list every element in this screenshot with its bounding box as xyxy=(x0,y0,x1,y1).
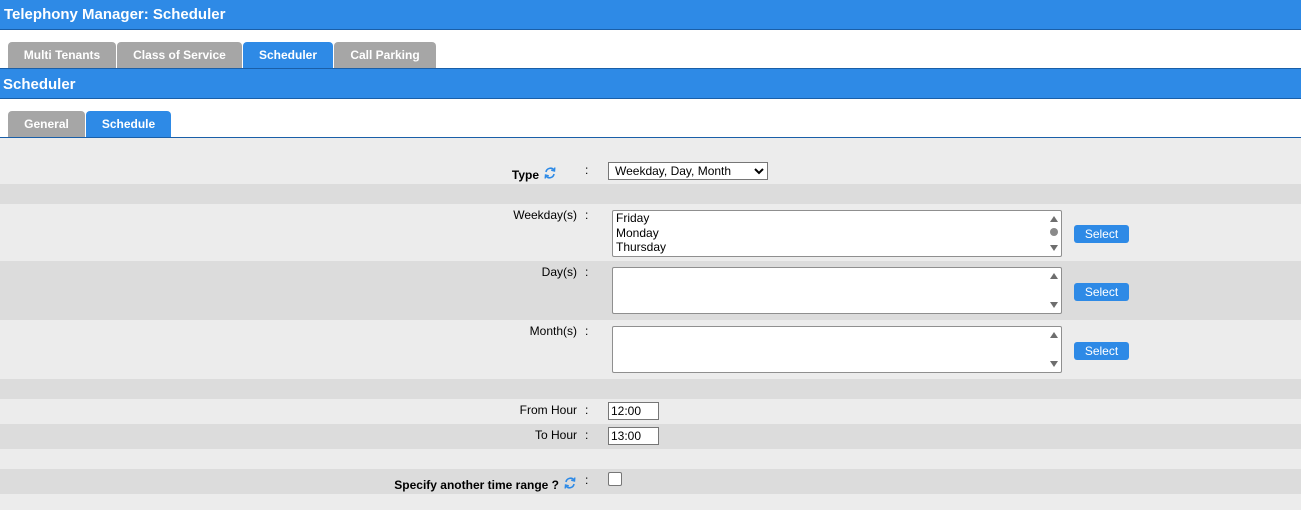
scroll-up-icon[interactable] xyxy=(1050,216,1058,222)
tab-schedule[interactable]: Schedule xyxy=(86,111,171,137)
tab-general[interactable]: General xyxy=(8,111,85,137)
colon: : xyxy=(585,428,589,442)
scrollbar[interactable] xyxy=(1047,327,1061,372)
scroll-down-icon[interactable] xyxy=(1050,302,1058,308)
section-title: Scheduler xyxy=(3,76,76,93)
tab-call-parking[interactable]: Call Parking xyxy=(334,42,436,68)
app-title: Telephony Manager: Scheduler xyxy=(4,6,226,23)
list-item[interactable]: Monday xyxy=(613,226,1061,241)
months-listbox[interactable] xyxy=(612,326,1062,373)
scroll-up-icon[interactable] xyxy=(1050,273,1058,279)
colon: : xyxy=(585,163,589,177)
spacer-row xyxy=(0,379,1301,399)
type-label: Type xyxy=(511,168,539,182)
type-label-wrap: Type xyxy=(512,166,557,182)
refresh-icon[interactable] xyxy=(563,476,577,490)
tab-class-of-service[interactable]: Class of Service xyxy=(117,42,242,68)
list-item[interactable]: Friday xyxy=(613,211,1061,226)
another-range-label: Specify another time range ? xyxy=(394,478,559,492)
to-hour-input[interactable]: 13:00 xyxy=(608,427,659,445)
scroll-down-icon[interactable] xyxy=(1050,361,1058,367)
tab-scheduler[interactable]: Scheduler xyxy=(243,42,333,68)
list-item[interactable]: Thursday xyxy=(613,240,1061,255)
scrollbar[interactable] xyxy=(1047,268,1061,313)
weekdays-listbox[interactable]: Friday Monday Thursday xyxy=(612,210,1062,257)
weekdays-label: Weekday(s) xyxy=(513,208,577,222)
another-range-checkbox[interactable] xyxy=(608,472,622,486)
from-hour-input[interactable]: 12:00 xyxy=(608,402,659,420)
scroll-down-icon[interactable] xyxy=(1050,245,1058,251)
spacer-row xyxy=(0,494,1301,510)
another-range-row xyxy=(0,469,1301,494)
refresh-icon[interactable] xyxy=(543,166,557,180)
spacer-row xyxy=(0,184,1301,204)
to-hour-label: To Hour xyxy=(534,428,577,442)
colon: : xyxy=(585,403,589,417)
spacer-row xyxy=(0,449,1301,469)
colon: : xyxy=(585,324,589,338)
colon: : xyxy=(585,473,589,487)
days-listbox[interactable] xyxy=(612,267,1062,314)
scrollbar[interactable] xyxy=(1047,211,1061,256)
months-label: Month(s) xyxy=(529,324,577,338)
tab-multi-tenants[interactable]: Multi Tenants xyxy=(8,42,116,68)
from-hour-label: From Hour xyxy=(519,403,577,417)
months-select-button[interactable]: Select xyxy=(1074,342,1129,360)
type-select[interactable]: Weekday, Day, Month xyxy=(608,162,768,180)
section-header: Scheduler xyxy=(0,68,1301,99)
another-range-label-wrap: Specify another time range ? xyxy=(394,476,577,492)
colon: : xyxy=(585,265,589,279)
scroll-thumb[interactable] xyxy=(1050,228,1058,236)
app-title-bar: Telephony Manager: Scheduler xyxy=(0,0,1301,30)
days-select-button[interactable]: Select xyxy=(1074,283,1129,301)
colon: : xyxy=(585,208,589,222)
scroll-up-icon[interactable] xyxy=(1050,332,1058,338)
days-label: Day(s) xyxy=(541,265,577,279)
weekdays-select-button[interactable]: Select xyxy=(1074,225,1129,243)
